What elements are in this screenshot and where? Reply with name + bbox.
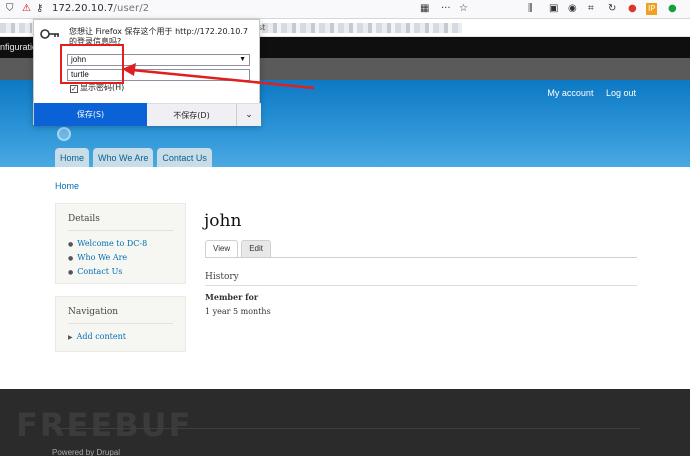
divider: [205, 285, 637, 286]
local-tasks: View Edit: [205, 240, 271, 257]
list-item[interactable]: ● Who We Are: [68, 251, 147, 265]
extension-green-icon[interactable]: ●: [668, 3, 677, 15]
bullet-icon: ●: [68, 269, 74, 276]
details-title: Details: [68, 214, 100, 224]
blurred-bookmarks: [262, 23, 462, 33]
chevron-down-icon[interactable]: ⌄: [236, 103, 261, 126]
breadcrumb[interactable]: Home: [55, 181, 79, 191]
my-account-link[interactable]: My account: [547, 88, 593, 98]
footer: FREEBUF Powered by Drupal: [0, 389, 690, 456]
checkbox-checked-icon[interactable]: ✓: [70, 85, 78, 93]
url-bar[interactable]: 172.20.10.7/user/2: [52, 3, 149, 15]
list-item[interactable]: ▶ Add content: [68, 330, 126, 344]
divider: [52, 428, 640, 429]
link-welcome[interactable]: Welcome to DC-8: [77, 239, 147, 248]
bullet-icon: ●: [68, 241, 74, 248]
qr-icon[interactable]: ▦: [420, 3, 429, 15]
menu-tab-contact-us[interactable]: Contact Us: [157, 148, 212, 167]
site-logo[interactable]: [57, 127, 71, 141]
menu-tab-home[interactable]: Home: [55, 148, 90, 167]
browser-toolbar: ⛉ ⚠ ⚷ 172.20.10.7/user/2 ▦ ··· ☆ ⫼ ▣ ◉ ⌗…: [0, 0, 690, 19]
show-password-label: 显示密码(H): [80, 83, 125, 92]
account-icon[interactable]: ◉: [568, 3, 577, 15]
sidebar-icon[interactable]: ▣: [549, 3, 558, 15]
tab-view[interactable]: View: [205, 240, 239, 257]
link-add-content[interactable]: Add content: [77, 332, 126, 341]
insecure-lock-icon[interactable]: ⚠: [22, 3, 31, 15]
annotation-highlight-box: [60, 44, 124, 84]
more-icon[interactable]: ···: [441, 3, 451, 15]
link-who-we-are[interactable]: Who We Are: [77, 253, 127, 262]
list-item[interactable]: ● Contact Us: [68, 265, 147, 279]
user-links: My account Log out: [537, 88, 636, 98]
extension-red-icon[interactable]: ●: [628, 3, 637, 15]
divider: [68, 230, 173, 231]
crop-icon[interactable]: ⌗: [588, 3, 594, 15]
shield-icon[interactable]: ⛉: [6, 3, 14, 15]
watermark-logo: FREEBUF: [16, 406, 193, 444]
dont-save-button[interactable]: 不保存(D): [147, 103, 236, 126]
main-menu: Home Who We Are Contact Us: [55, 148, 212, 167]
star-icon[interactable]: ☆: [459, 3, 468, 15]
divider: [205, 257, 637, 258]
save-button[interactable]: 保存(S): [34, 103, 147, 126]
details-list: ● Welcome to DC-8 ● Who We Are ● Contact Us: [68, 237, 147, 279]
details-block: Details ● Welcome to DC-8 ● Who We Are ● Co…: [55, 203, 186, 284]
history-heading: History: [205, 272, 239, 282]
show-password-checkbox[interactable]: ✓ 显示密码(H): [70, 83, 124, 93]
blurred-bookmarks: [0, 23, 32, 33]
sync-icon[interactable]: ↻: [608, 3, 616, 15]
link-contact-us[interactable]: Contact Us: [77, 267, 122, 276]
key-icon[interactable]: ⚷: [36, 3, 43, 15]
url-host: 172.20.10.7: [52, 3, 114, 14]
powered-by-link[interactable]: Powered by Drupal: [52, 448, 120, 456]
navigation-title: Navigation: [68, 307, 119, 317]
tab-edit[interactable]: Edit: [241, 240, 271, 257]
bullet-icon: ●: [68, 255, 74, 262]
page-title: john: [204, 211, 242, 231]
chevron-down-icon[interactable]: ▼: [239, 55, 246, 65]
ip-badge[interactable]: IP: [646, 3, 658, 15]
member-for-value: 1 year 5 months: [205, 307, 271, 316]
navigation-block: Navigation ▶ Add content: [55, 296, 186, 352]
list-item[interactable]: ● Welcome to DC-8: [68, 237, 147, 251]
log-out-link[interactable]: Log out: [606, 88, 636, 98]
member-for-label: Member for: [205, 292, 259, 302]
key-icon: [40, 29, 59, 39]
menu-tab-who-we-are[interactable]: Who We Are: [93, 148, 154, 167]
divider: [68, 323, 173, 324]
library-icon[interactable]: ⫼: [528, 3, 533, 15]
navigation-list: ▶ Add content: [68, 330, 126, 344]
triangle-right-icon: ▶: [68, 334, 73, 341]
url-path: /user/2: [113, 3, 150, 14]
